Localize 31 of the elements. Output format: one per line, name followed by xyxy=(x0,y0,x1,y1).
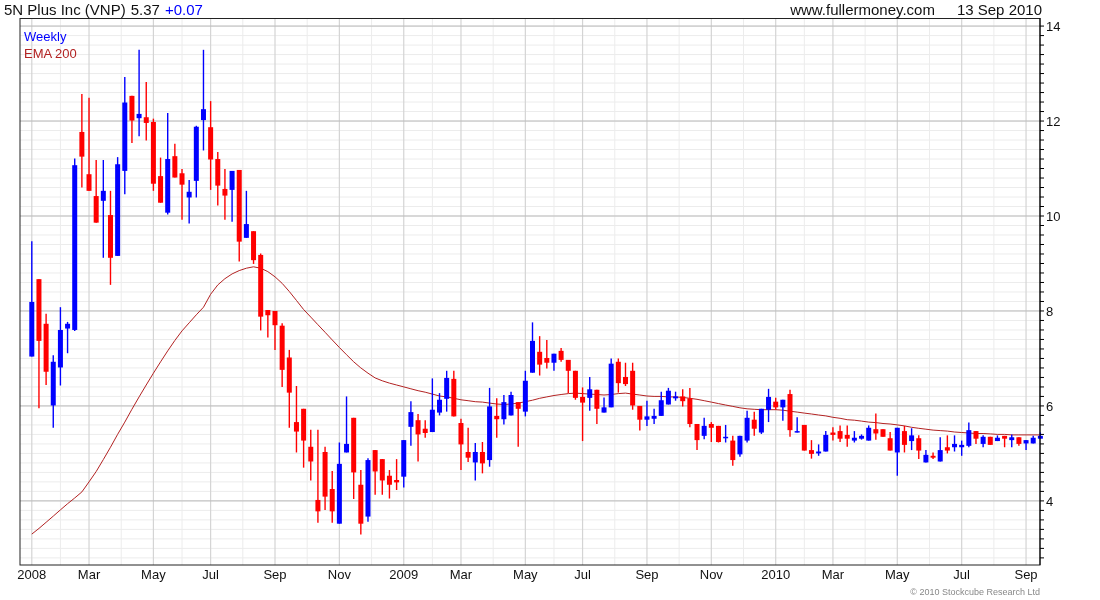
site-address: www.fullermoney.com xyxy=(790,0,935,18)
axis-tick-label: 12 xyxy=(1046,114,1061,130)
axis-tick-label: 8 xyxy=(1046,303,1054,319)
axis-tick-label: Mar xyxy=(821,567,845,582)
axis-tick-label: May xyxy=(513,567,538,582)
axis-tick-label: Nov xyxy=(699,567,723,582)
axis-tick-label: May xyxy=(885,567,910,582)
axis-tick-label: Jul xyxy=(953,567,970,582)
axis-tick-label: 10 xyxy=(1046,209,1061,224)
axis-tick-label: Nov xyxy=(327,567,351,582)
stock-price: 5.37 xyxy=(130,0,160,18)
axis-tick-label: 6 xyxy=(1046,398,1054,414)
axis-tick-label: 4 xyxy=(1046,493,1054,509)
chart-date: 13 Sep 2010 xyxy=(956,0,1042,18)
stock-title: 5N Plus Inc (VNP) xyxy=(4,0,126,18)
axis-tick-label: Jul xyxy=(202,567,219,582)
axis-tick-label: Sep xyxy=(1014,567,1038,582)
axis-tick-label: Sep xyxy=(635,567,659,582)
axis-tick-label: Jul xyxy=(574,567,591,582)
axis-tick-label: Mar xyxy=(77,567,101,582)
axis-tick-label: 14 xyxy=(1046,19,1061,35)
price-change: +0.07 xyxy=(164,0,203,18)
copyright-notice: © 2010 Stockcube Research Ltd xyxy=(910,586,1040,597)
legend-label: EMA 200 xyxy=(24,46,77,61)
axis-tick-label: May xyxy=(141,567,166,582)
axis-tick-label: Sep xyxy=(263,567,287,582)
axis-tick-label: 2010 xyxy=(761,567,791,582)
legend-label: Weekly xyxy=(24,29,67,44)
axis-tick-label: 2008 xyxy=(17,567,47,582)
axis-tick-label: 2009 xyxy=(389,567,419,582)
axis-tick-label: Mar xyxy=(449,567,473,582)
